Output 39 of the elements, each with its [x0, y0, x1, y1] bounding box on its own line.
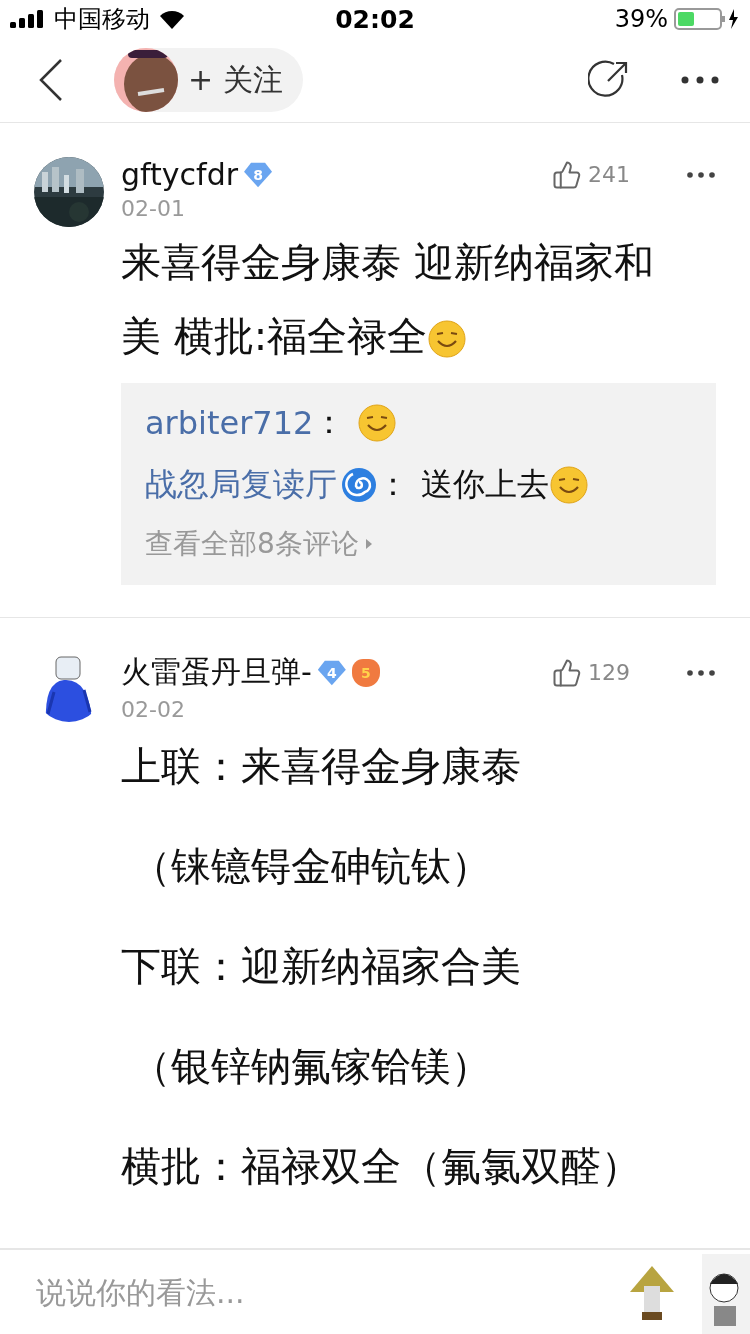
comment-text: 横批：福禄双全（氟氯双醛）	[121, 1143, 641, 1190]
game-badge: 5	[351, 658, 380, 687]
signal-icon	[10, 10, 46, 29]
follow-button[interactable]: + 关注	[114, 48, 303, 113]
more-button[interactable]	[686, 668, 716, 677]
comment-date: 02-02	[121, 697, 186, 723]
battery-icon	[674, 7, 740, 32]
comment-text: （铼镱锝金砷钪钛）	[130, 843, 491, 890]
reply-user-name[interactable]: 战忽局复读厅	[145, 463, 337, 508]
more-button[interactable]	[686, 170, 716, 179]
reply-separator: ：	[377, 464, 409, 506]
back-button[interactable]	[38, 58, 64, 103]
like-count: 241	[588, 162, 630, 188]
comment-date: 02-01	[121, 196, 186, 222]
thumbs-up-icon[interactable]	[552, 657, 582, 688]
carrier-name: 中国移动	[54, 4, 150, 36]
smiley-emoji-icon	[357, 403, 398, 444]
level-badge: 4	[317, 658, 346, 687]
comment-text: 美 横批:福全禄全	[121, 313, 428, 360]
reply-user-name[interactable]: arbiter712	[145, 404, 314, 443]
comment-text: 下联：迎新纳福家合美	[121, 943, 521, 990]
level-badge: 8	[244, 160, 273, 189]
swirl-icon	[341, 467, 377, 504]
comment-text: （银锌钠氟镓铪镁）	[130, 1043, 491, 1090]
smiley-emoji-icon	[549, 465, 589, 506]
comment-text: 来喜得金身康泰 迎新纳福家和	[121, 239, 654, 286]
wifi-icon	[158, 9, 186, 30]
thumbs-up-icon[interactable]	[552, 159, 582, 190]
comment-text: 上联：来喜得金身康泰	[121, 743, 521, 790]
clock-time: 02:02	[335, 4, 415, 34]
battery-percent: 39%	[614, 5, 668, 34]
user-name[interactable]: gftycfdr	[121, 157, 239, 193]
reply-separator: ：	[313, 402, 346, 444]
user-name[interactable]: 火雷蛋丹旦弹-	[121, 652, 312, 694]
like-count: 129	[588, 660, 630, 686]
more-button[interactable]	[680, 75, 720, 86]
chevron-right-icon	[364, 538, 373, 551]
smiley-emoji-icon	[427, 319, 468, 360]
reply-text: 送你上去	[421, 464, 549, 506]
